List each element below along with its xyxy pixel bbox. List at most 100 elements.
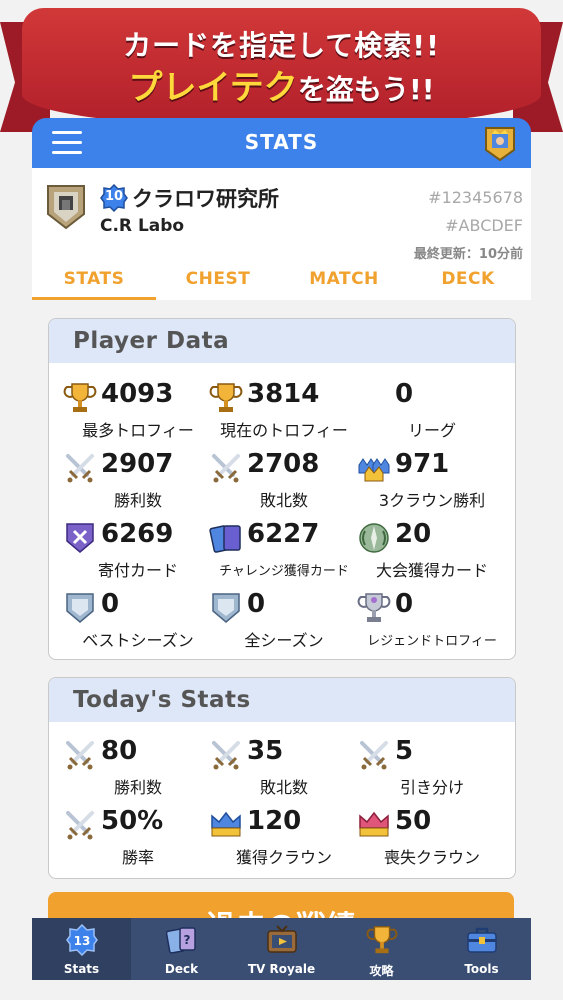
panel-title: Player Data [73,328,230,354]
promo-banner: カードを指定して検索!! プレイテクを盗もう!! [0,0,563,135]
crossed-swords-icon [63,451,97,485]
tab-deck[interactable]: DECK [406,264,530,300]
stat-label: レジェンドトロフィー [367,634,497,649]
stat-label: 獲得クラウン [235,848,332,867]
stat-value: 80 [101,736,138,766]
stat-value: 6227 [247,519,320,549]
stat-value: 5 [395,736,414,766]
stat-value: 2708 [247,449,320,479]
bottom-nav: 13 Stats ? Deck TV Royale 攻略 Tools [32,918,531,980]
today-losses: 35 敗北数 [209,736,359,802]
season-shield-icon [63,591,97,625]
page-title: STATS [244,130,319,154]
stat-value: 0 [395,379,414,409]
stat-wins: 2907 勝利数 [63,449,213,515]
stat-value: 50 [395,806,432,836]
stat-value: 0 [247,589,266,619]
stat-tournament-cards: 20 大会獲得カード [357,519,507,585]
nav-item-deck[interactable]: ? Deck [132,918,231,980]
stat-label: 全シーズン [244,631,324,650]
player-data-panel: Player Data 4093 最多トロフィー 3814 現在のトロフィー 0… [48,318,516,660]
crossed-swords-icon [357,738,391,772]
toolbox-icon [467,927,497,953]
trophy-icon [63,381,97,415]
stat-label: 現在のトロフィー [220,421,348,440]
crossed-swords-icon [209,451,243,485]
tab-match[interactable]: MATCH [282,264,406,300]
stat-value: 971 [395,449,450,479]
arena-badge-icon [47,185,85,230]
stat-value: 0 [395,589,414,619]
stat-value: 35 [247,736,284,766]
stat-label: 最多トロフィー [82,421,194,440]
trophy-icon [366,924,398,956]
stat-label: 勝利数 [113,491,162,510]
tab-stats[interactable]: STATS [32,264,156,300]
stat-label: 3クラウン勝利 [378,491,486,510]
stat-value: 120 [247,806,302,836]
stat-label: 敗北数 [259,491,308,510]
three-crowns-icon [357,451,391,485]
promo-highlight: プレイテク [128,68,298,108]
stat-three-crown-wins: 971 3クラウン勝利 [357,449,507,515]
stat-label: 大会獲得カード [375,561,488,580]
stat-donations: 6269 寄付カード [63,519,213,585]
tournament-icon [357,521,391,555]
legend-trophy-icon [357,591,391,625]
stat-league: 0 リーグ [357,379,507,445]
player-tag: #12345678 [428,188,523,207]
donation-shield-icon [63,521,97,555]
stat-label: 喪失クラウン [383,848,480,867]
crossed-swords-icon [63,808,97,842]
nav-label: Deck [164,962,199,976]
king-tower-icon[interactable] [483,124,517,162]
last-updated: 最終更新：10分前 [413,247,523,262]
trophy-icon [209,381,243,415]
nav-item-tv-royale[interactable]: TV Royale [232,918,331,980]
stat-value: 50% [101,806,164,836]
nav-label: 攻略 [369,964,394,978]
nav-label: Stats [63,962,100,976]
nav-item-tools[interactable]: Tools [432,918,531,980]
nav-stats-badge: 13 [74,934,91,948]
stat-all-seasons: 0 全シーズン [209,589,359,655]
stat-value: 2907 [101,449,174,479]
svg-text:?: ? [184,933,191,947]
stat-label: リーグ [407,421,456,440]
stat-challenge-cards: 6227 チャレンジ獲得カード [209,519,359,585]
stat-value: 0 [101,589,120,619]
stat-current-trophies: 3814 現在のトロフィー [209,379,359,445]
today-draws: 5 引き分け [357,736,507,802]
stat-label: 勝利数 [113,778,162,797]
nav-item-stats[interactable]: 13 Stats [32,918,131,980]
stat-value: 4093 [101,379,174,409]
today-crowns-lost: 50 喪失クラウン [357,806,507,872]
stat-max-trophies: 4093 最多トロフィー [63,379,213,445]
promo-subheadline: プレイテクを盗もう!! [0,60,563,109]
promo-headline: カードを指定して検索!! [123,29,440,62]
today-stats-panel: Today's Stats 80 勝利数 35 敗北数 5 引き分け 50% 勝… [48,677,516,879]
stat-label: 敗北数 [259,778,308,797]
nav-item-guide[interactable]: 攻略 [332,918,431,980]
player-level: 10 [104,189,124,204]
today-wins: 80 勝利数 [63,736,213,802]
today-win-rate: 50% 勝率 [63,806,213,872]
stat-label: ベストシーズン [82,631,194,650]
stat-value: 6269 [101,519,174,549]
cards-icon [209,521,243,555]
tab-chest[interactable]: CHEST [156,264,280,300]
crossed-swords-icon [209,738,243,772]
today-crowns-earned: 120 獲得クラウン [209,806,359,872]
panel-header: Today's Stats [49,678,515,722]
deck-cards-icon: ? [166,927,196,954]
stats-badge-icon: 13 [66,924,98,956]
stat-label: 引き分け [399,778,464,797]
tv-icon [267,925,297,953]
stat-label: チャレンジ獲得カード [219,564,349,579]
stat-value: 20 [395,519,432,549]
promo-rest: を盗もう!! [297,73,435,106]
clan-tag: #ABCDEF [445,216,523,235]
nav-label: Tools [464,962,499,976]
crossed-swords-icon [63,738,97,772]
red-crown-icon [357,808,391,842]
